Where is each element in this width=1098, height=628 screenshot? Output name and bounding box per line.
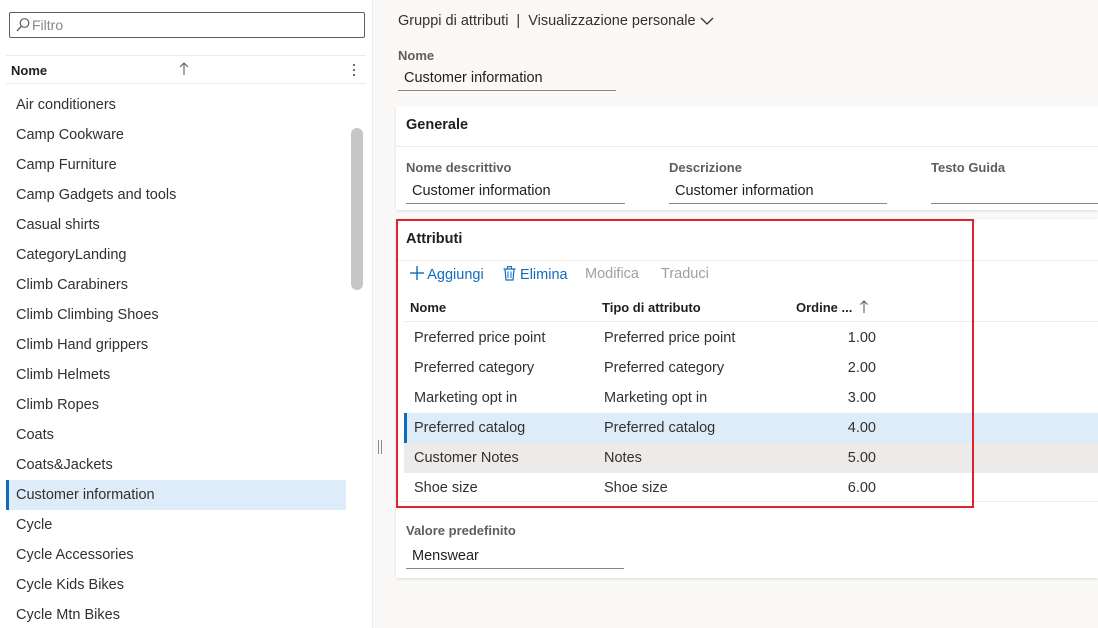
list-item[interactable]: Cycle Accessories [6,540,346,570]
column-header-name[interactable]: Nome [410,300,446,315]
cell-name: Shoe size [414,480,478,496]
table-row[interactable]: Marketing opt in Marketing opt in 3.00 [404,383,1098,413]
divider [396,146,1098,147]
cell-type: Preferred category [604,360,725,376]
breadcrumb-separator: | [516,13,521,29]
list-item[interactable]: Cycle Mtn Bikes [6,600,346,628]
default-value-field[interactable]: Menswear [406,545,624,569]
edit-button[interactable]: Modifica [585,266,639,282]
list-item[interactable]: Cycle Kids Bikes [6,570,346,600]
cell-order: 4.00 [847,420,876,436]
table-row[interactable]: Preferred price point Preferred price po… [404,323,1098,353]
description-label: Descrizione [669,160,742,175]
list-item[interactable]: Climb Carabiners [6,270,346,300]
name-label: Nome [398,48,435,63]
chevron-down-icon [700,17,714,26]
list-item[interactable]: Climb Ropes [6,390,346,420]
description-field[interactable]: Customer information [669,180,887,204]
column-header-order-label: Ordine ... [796,300,853,315]
list-item[interactable]: Coats [6,420,346,450]
column-header-attribute-type[interactable]: Tipo di attributo [602,300,701,315]
attribute-group-list: Air conditioners Camp Cookware Camp Furn… [6,90,346,628]
filter-box[interactable] [9,12,365,38]
list-item[interactable]: Camp Cookware [6,120,346,150]
divider [396,260,1098,261]
descriptive-name-label: Nome descrittivo [406,160,512,175]
search-icon [16,18,30,32]
sort-ascending-icon[interactable] [178,61,190,77]
cell-order: 1.00 [847,330,876,346]
details-pane: Gruppi di attributi | Visualizzazione pers… [374,0,1098,628]
table-row-hovered[interactable]: Customer Notes Notes 5.00 [404,443,1098,473]
list-item[interactable]: CategoryLanding [6,240,346,270]
cell-type: Marketing opt in [604,390,708,406]
more-vertical-icon[interactable] [351,62,357,78]
table-row[interactable]: Shoe size Shoe size 6.00 [404,473,1098,503]
list-header-label: Nome [11,63,48,78]
help-text-label: Testo Guida [931,160,1006,175]
attributi-title[interactable]: Attributi [406,231,462,247]
name-field[interactable]: Customer information [398,67,616,91]
cell-type: Notes [604,450,642,466]
cell-order: 2.00 [847,360,876,376]
table-row[interactable]: Preferred category Preferred category 2.… [404,353,1098,383]
descriptive-name-field[interactable]: Customer information [406,180,625,204]
list-item-selected[interactable]: Customer information [6,480,346,510]
list-column-header[interactable]: Nome [6,55,366,84]
cell-type: Preferred catalog [604,420,716,436]
list-item[interactable]: Air conditioners [6,90,346,120]
delete-button-label: Elimina [520,267,568,283]
table-row-selected[interactable]: Preferred catalog Preferred catalog 4.00 [404,413,1098,443]
column-header-order[interactable]: Ordine ... [796,300,869,315]
list-item[interactable]: Climb Helmets [6,360,346,390]
cell-name: Preferred catalog [414,420,526,436]
cell-order: 3.00 [847,390,876,406]
list-scrollbar-thumb[interactable] [351,128,363,290]
view-selector[interactable]: Visualizzazione personale [528,13,714,29]
cell-type: Preferred price point [604,330,736,346]
list-item[interactable]: Climb Hand grippers [6,330,346,360]
cell-name: Marketing opt in [414,390,518,406]
add-button-label: Aggiungi [427,267,484,283]
breadcrumb-page: Gruppi di attributi [398,13,509,29]
list-item[interactable]: Coats&Jackets [6,450,346,480]
sort-ascending-icon [860,300,868,313]
cell-order: 6.00 [847,480,876,496]
list-item[interactable]: Cycle [6,510,346,540]
divider [404,321,1098,322]
generale-title[interactable]: Generale [406,117,468,133]
cell-name: Customer Notes [414,450,519,466]
cell-type: Shoe size [604,480,668,496]
cell-order: 5.00 [847,450,876,466]
filter-input[interactable] [32,15,352,35]
list-item[interactable]: Casual shirts [6,210,346,240]
cell-name: Preferred category [414,360,535,376]
breadcrumb: Gruppi di attributi | Visualizzazione pers… [398,13,714,29]
delete-button[interactable]: Elimina [503,266,568,283]
cell-name: Preferred price point [414,330,546,346]
default-value-label: Valore predefinito [406,523,516,538]
help-text-field[interactable] [931,180,1098,204]
navigation-list-pane: Nome Air conditioners Camp Cookware Camp… [0,0,373,628]
list-item[interactable]: Camp Gadgets and tools [6,180,346,210]
list-item[interactable]: Climb Climbing Shoes [6,300,346,330]
add-button[interactable]: Aggiungi [410,266,484,283]
view-selector-label: Visualizzazione personale [528,13,696,29]
trash-icon [503,266,516,281]
list-item[interactable]: Camp Furniture [6,150,346,180]
translate-button[interactable]: Traduci [661,266,709,282]
add-icon [410,266,424,280]
